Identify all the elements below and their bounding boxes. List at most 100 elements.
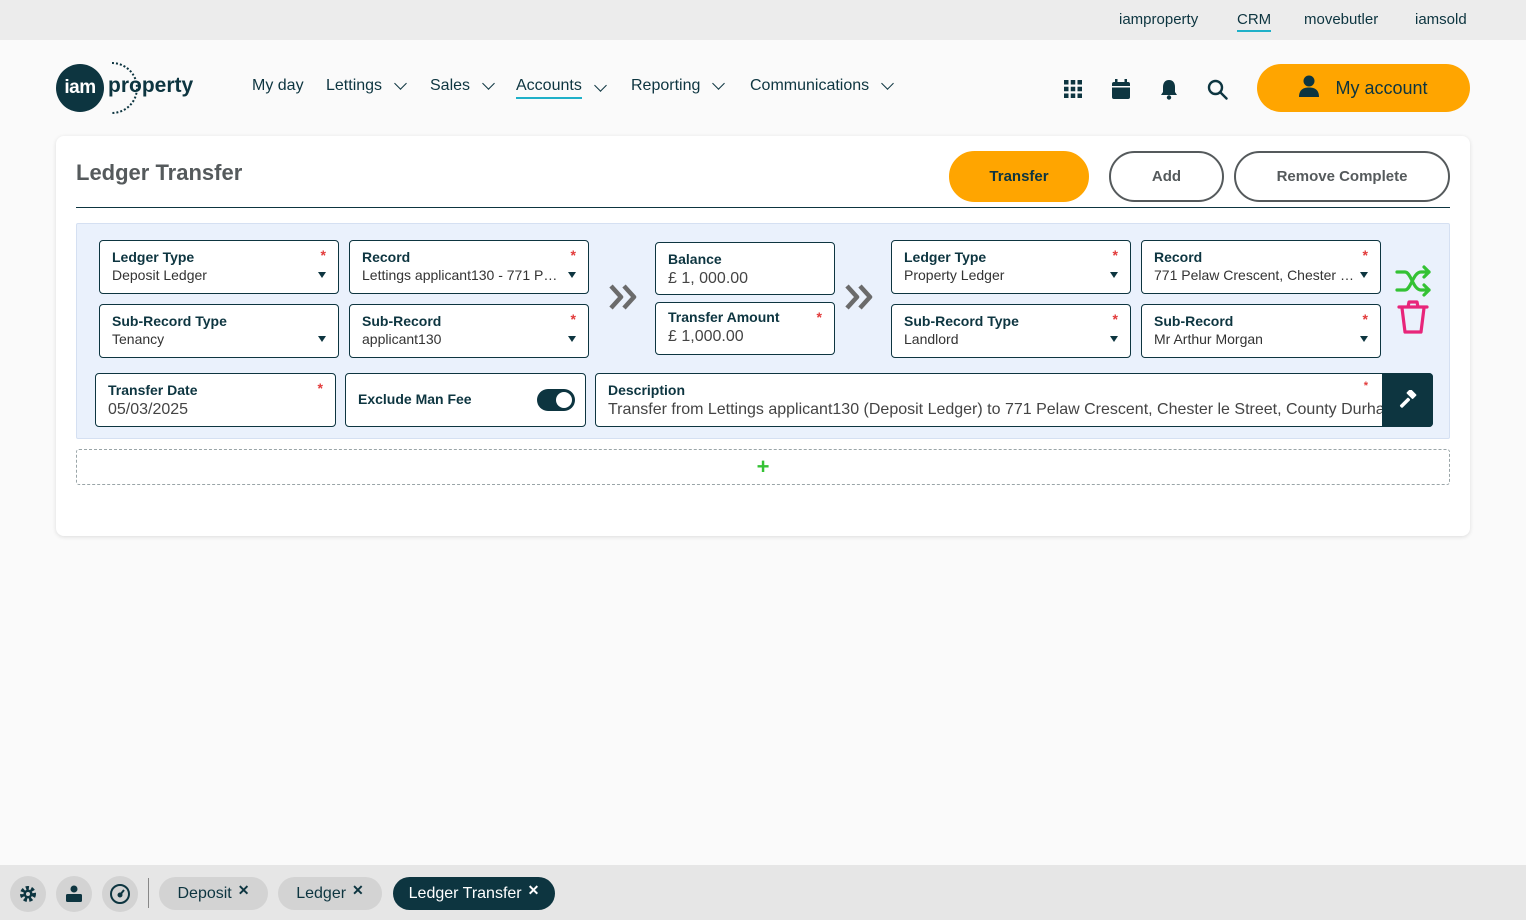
iamproperty-logo[interactable]: iam property — [56, 62, 206, 114]
caret-down-icon — [318, 336, 326, 342]
transfer-row: Ledger Type Deposit Ledger * Record Lett… — [76, 223, 1450, 439]
brand-switcher-bar: iamproperty CRM movebutler iamsold — [0, 0, 1526, 40]
caret-down-icon — [1110, 336, 1118, 342]
settings-icon[interactable] — [10, 876, 46, 912]
add-button[interactable]: Add — [1109, 151, 1224, 202]
logo-mark: iam — [56, 64, 104, 112]
transfer-button[interactable]: Transfer — [949, 151, 1089, 202]
close-icon[interactable]: ✕ — [528, 882, 540, 899]
bottom-tab-ledger-transfer[interactable]: Ledger Transfer ✕ — [393, 877, 555, 910]
field-value: 771 Pelaw Crescent, Chester le Street — [1154, 267, 1368, 283]
brand-link-crm[interactable]: CRM — [1237, 11, 1272, 32]
nav-label: Accounts — [516, 77, 582, 99]
nav-sales[interactable]: Sales — [430, 77, 495, 95]
from-sub-record-select[interactable]: Sub-Record applicant130 * — [349, 304, 589, 358]
field-label: Ledger Type — [904, 249, 987, 265]
nav-lettings[interactable]: Lettings — [326, 77, 407, 95]
field-value: Property Ledger — [904, 267, 1005, 283]
calendar-icon[interactable] — [1110, 78, 1132, 100]
required-marker: * — [320, 247, 326, 263]
transfer-date-input[interactable]: Transfer Date 05/03/2025 * — [95, 373, 336, 427]
exclude-man-fee-field: Exclude Man Fee — [345, 373, 586, 427]
exclude-man-fee-toggle[interactable] — [537, 389, 575, 411]
to-record-select[interactable]: Record 771 Pelaw Crescent, Chester le St… — [1141, 240, 1381, 294]
nav-label: Communications — [750, 77, 870, 94]
from-ledger-type-select[interactable]: Ledger Type Deposit Ledger * — [99, 240, 339, 294]
transfer-amount-input[interactable]: Transfer Amount £ 1,000.00 * — [655, 302, 835, 355]
chevron-down-icon — [394, 77, 407, 90]
nav-label: Sales — [430, 77, 471, 94]
required-marker: * — [1112, 247, 1118, 263]
required-marker: * — [570, 247, 576, 263]
my-account-button[interactable]: My account — [1257, 64, 1470, 112]
brand-link-iamproperty[interactable]: iamproperty — [1119, 11, 1198, 28]
close-icon[interactable]: ✕ — [238, 882, 250, 899]
bell-icon[interactable] — [1158, 78, 1180, 100]
bottom-divider — [148, 878, 149, 908]
bottom-tab-bar: Deposit ✕ Ledger ✕ Ledger Transfer ✕ — [0, 865, 1526, 920]
field-label: Ledger Type — [112, 249, 195, 265]
nav-accounts[interactable]: Accounts — [516, 77, 607, 99]
from-sub-record-type-select[interactable]: Sub-Record Type Tenancy — [99, 304, 339, 358]
double-chevron-right-icon — [845, 284, 873, 310]
field-value: 05/03/2025 — [108, 401, 189, 418]
caret-down-icon — [1360, 272, 1368, 278]
brand-link-movebutler[interactable]: movebutler — [1304, 11, 1378, 28]
plus-icon: + — [756, 454, 770, 479]
from-record-select[interactable]: Record Lettings applicant130 - 771 Pelaw… — [349, 240, 589, 294]
user-icon — [1299, 75, 1320, 102]
dashboard-gauge-icon[interactable] — [102, 876, 138, 912]
brand-link-iamsold[interactable]: iamsold — [1415, 11, 1467, 28]
caret-down-icon — [568, 272, 576, 278]
double-chevron-right-icon — [609, 284, 637, 310]
field-value: £ 1,000.00 — [668, 328, 744, 345]
chevron-down-icon — [712, 77, 726, 90]
generate-description-button[interactable] — [1382, 373, 1433, 427]
required-marker: * — [1362, 247, 1368, 263]
required-marker: * — [1112, 311, 1118, 327]
description-input[interactable]: Description Transfer from Lettings appli… — [595, 373, 1433, 427]
to-ledger-type-select[interactable]: Ledger Type Property Ledger * — [891, 240, 1131, 294]
field-label: Sub-Record Type — [904, 313, 1019, 329]
nav-communications[interactable]: Communications — [750, 77, 895, 95]
close-icon[interactable]: ✕ — [352, 882, 364, 899]
field-label: Sub-Record — [362, 313, 442, 329]
field-label: Sub-Record — [1154, 313, 1234, 329]
balance-field: Balance £ 1, 000.00 — [655, 242, 835, 295]
apps-grid-icon[interactable] — [1062, 78, 1084, 100]
remove-complete-button[interactable]: Remove Complete — [1234, 151, 1450, 202]
bottom-tab-ledger[interactable]: Ledger ✕ — [278, 877, 382, 910]
nav-my-day[interactable]: My day — [252, 77, 304, 95]
ledger-transfer-card: Ledger Transfer Transfer Add Remove Comp… — [56, 136, 1470, 536]
field-value: Deposit Ledger — [112, 267, 207, 283]
to-sub-record-type-select[interactable]: Sub-Record Type Landlord * — [891, 304, 1131, 358]
logo-word: property — [108, 74, 194, 97]
chevron-down-icon — [881, 77, 895, 90]
search-icon[interactable] — [1206, 78, 1228, 100]
caret-down-icon — [568, 336, 576, 342]
field-label: Transfer Amount — [668, 309, 780, 325]
hammer-icon — [1399, 390, 1416, 408]
field-label: Transfer Date — [108, 382, 198, 398]
team-icon[interactable] — [56, 876, 92, 912]
tab-label: Ledger Transfer — [408, 884, 522, 902]
field-value: Tenancy — [112, 331, 165, 347]
my-account-label: My account — [1335, 77, 1428, 98]
field-value: applicant130 — [362, 331, 442, 347]
required-marker: * — [816, 309, 822, 325]
chevron-down-icon — [593, 79, 607, 92]
add-transfer-row-button[interactable]: + — [76, 449, 1450, 485]
field-label: Record — [362, 249, 411, 265]
tab-label: Deposit — [177, 884, 232, 902]
field-value: Transfer from Lettings applicant130 (Dep… — [608, 401, 1403, 418]
title-divider — [76, 207, 1450, 208]
to-sub-record-select[interactable]: Sub-Record Mr Arthur Morgan * — [1141, 304, 1381, 358]
swap-shuffle-icon[interactable] — [1395, 264, 1433, 298]
bottom-tab-deposit[interactable]: Deposit ✕ — [159, 877, 268, 910]
nav-label: Lettings — [326, 77, 383, 94]
caret-down-icon — [1360, 336, 1368, 342]
field-label: Record — [1154, 249, 1203, 265]
field-label: Sub-Record Type — [112, 313, 227, 329]
trash-icon[interactable] — [1397, 299, 1429, 335]
nav-reporting[interactable]: Reporting — [631, 77, 726, 95]
